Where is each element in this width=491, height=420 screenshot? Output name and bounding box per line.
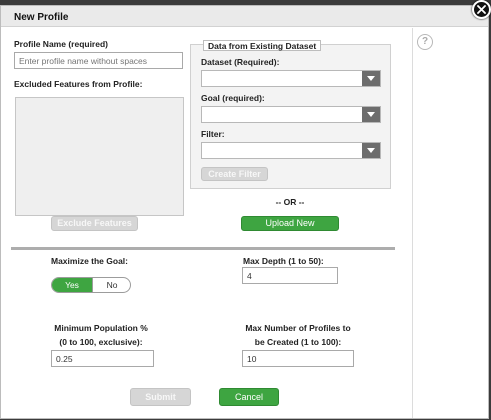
help-side-panel: ? xyxy=(412,28,488,418)
min-population-input[interactable] xyxy=(51,350,154,367)
dialog-title-bar: New Profile xyxy=(1,6,488,27)
toggle-no-option[interactable]: No xyxy=(92,278,130,292)
existing-dataset-legend: Data from Existing Dataset xyxy=(203,40,322,51)
dataset-label: Dataset (Required): xyxy=(201,57,280,67)
existing-dataset-group: Data from Existing Dataset Dataset (Requ… xyxy=(190,40,391,189)
exclude-features-button[interactable]: Exclude Features xyxy=(51,216,138,231)
chevron-down-icon xyxy=(362,71,380,86)
max-profiles-label-line2: be Created (1 to 100): xyxy=(254,337,342,347)
dataset-select[interactable] xyxy=(201,70,381,87)
submit-button[interactable]: Submit xyxy=(130,388,191,406)
profile-name-input[interactable] xyxy=(14,52,183,69)
profile-name-label: Profile Name (required) xyxy=(14,39,108,49)
section-divider xyxy=(11,247,395,250)
min-population-label-line1: Minimum Population % xyxy=(54,323,148,333)
cancel-button[interactable]: Cancel xyxy=(219,388,279,406)
upload-new-button[interactable]: Upload New xyxy=(241,216,339,231)
min-population-label-line2: (0 to 100, exclusive): xyxy=(59,337,143,347)
goal-select[interactable] xyxy=(201,106,381,123)
help-icon[interactable]: ? xyxy=(417,34,433,50)
dialog-title: New Profile xyxy=(14,12,69,23)
filter-label: Filter: xyxy=(201,129,225,139)
close-button[interactable] xyxy=(472,0,491,19)
chevron-down-icon xyxy=(362,143,380,158)
maximize-goal-label: Maximize the Goal: xyxy=(51,256,128,266)
goal-label: Goal (required): xyxy=(201,93,265,103)
max-depth-input[interactable] xyxy=(242,267,338,284)
maximize-goal-toggle[interactable]: Yes No xyxy=(51,277,131,293)
excluded-features-list[interactable] xyxy=(15,97,184,216)
chevron-down-icon xyxy=(362,107,380,122)
toggle-yes-option[interactable]: Yes xyxy=(52,278,92,292)
max-profiles-label-line1: Max Number of Profiles to xyxy=(245,323,351,333)
filter-select[interactable] xyxy=(201,142,381,159)
max-depth-label: Max Depth (1 to 50): xyxy=(243,256,324,266)
or-separator: -- OR -- xyxy=(275,197,305,207)
close-icon xyxy=(477,5,486,14)
create-filter-button[interactable]: Create Filter xyxy=(201,167,268,181)
excluded-features-label: Excluded Features from Profile: xyxy=(14,79,143,89)
max-profiles-input[interactable] xyxy=(242,350,354,367)
new-profile-dialog: New Profile Profile Name (required) Excl… xyxy=(0,5,489,419)
